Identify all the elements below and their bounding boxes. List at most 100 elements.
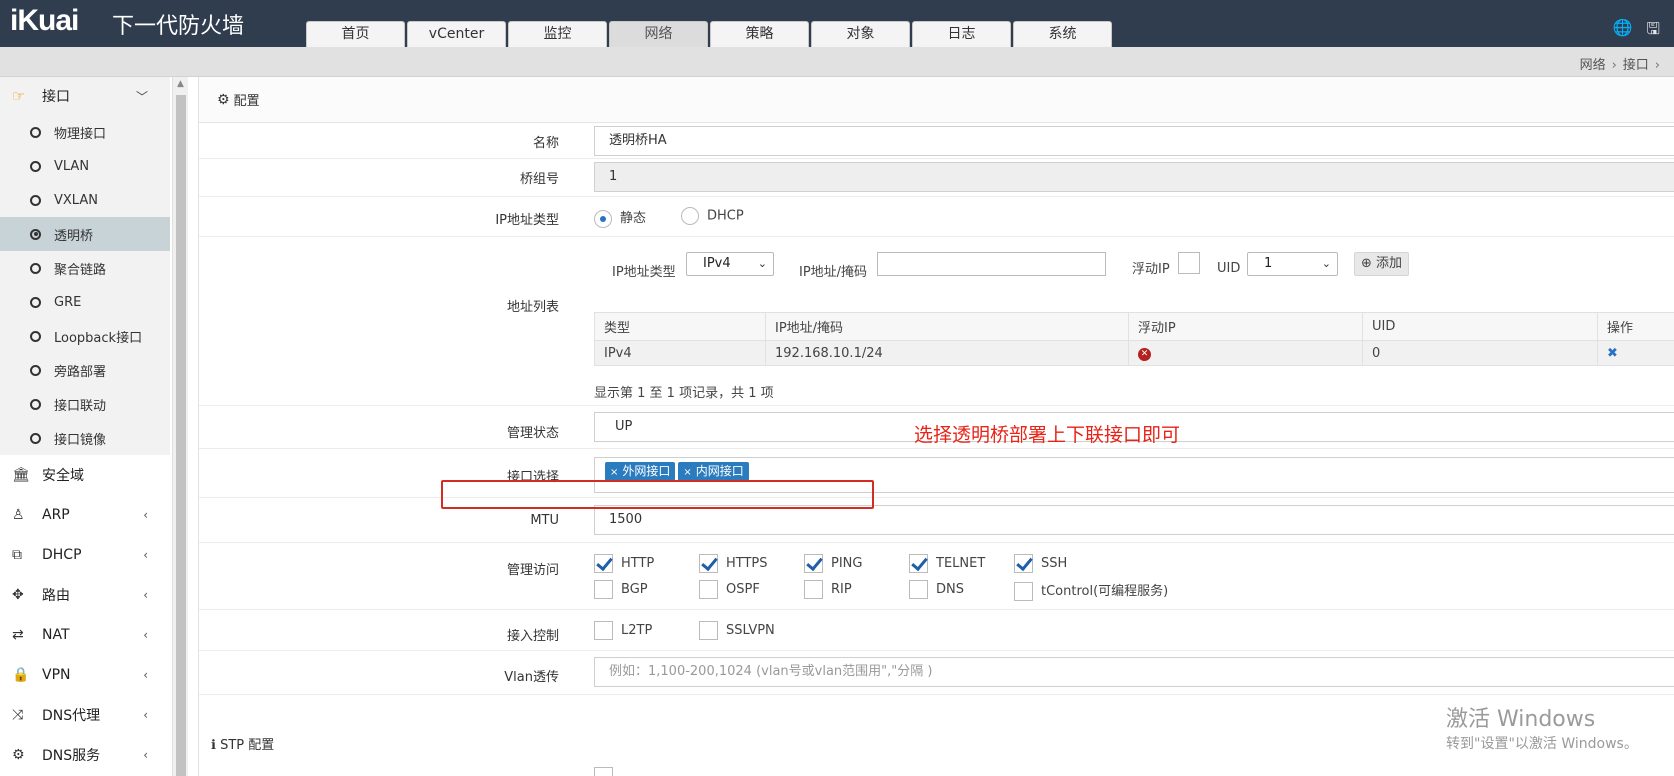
breadcrumb-interface[interactable]: 接口 <box>1623 58 1649 73</box>
radio-static-label: 静态 <box>620 211 647 226</box>
sidebar-item-route[interactable]: ✥ 路由 ‹ <box>0 575 170 615</box>
mgmt-ssh[interactable]: SSH <box>1014 554 1067 573</box>
addr-uid-label: UID <box>1217 261 1241 276</box>
remove-tag-icon[interactable]: × <box>683 467 691 478</box>
mgmt-https[interactable]: HTTPS <box>699 554 768 573</box>
chevron-down-icon: ⌄ <box>757 257 767 270</box>
checkbox-icon <box>699 621 718 640</box>
sidebar-sub-physical[interactable]: 物理接口 <box>0 115 170 149</box>
checkbox-icon <box>699 580 718 599</box>
sidebar-sub-mirror[interactable]: 接口镜像 <box>0 421 170 455</box>
access-option-label: SSLVPN <box>726 623 775 638</box>
circle-icon <box>30 262 41 274</box>
radio-on-icon <box>594 209 612 228</box>
access-sslvpn[interactable]: SSLVPN <box>699 621 775 640</box>
iface-tag-wan[interactable]: × 外网接口 <box>605 462 676 481</box>
sidebar-sub-label: GRE <box>54 294 82 310</box>
iface-tag-lan[interactable]: × 内网接口 <box>678 462 749 481</box>
checkbox-checked-icon <box>1014 554 1033 573</box>
mgmt-telnet[interactable]: TELNET <box>909 554 985 573</box>
delete-icon[interactable]: ✖ <box>1607 346 1618 361</box>
stp-checkbox[interactable] <box>594 767 613 776</box>
sidebar-sub-aggregation[interactable]: 聚合链路 <box>0 251 170 285</box>
tab-system[interactable]: 系统 <box>1013 21 1112 47</box>
mgmt-option-label: PING <box>831 556 863 571</box>
access-l2tp[interactable]: L2TP <box>594 621 652 640</box>
breadcrumb-bar: 网络 › 接口 › <box>0 47 1674 77</box>
sidebar-item-arp[interactable]: ♙ ARP ‹ <box>0 495 170 535</box>
sidebar-item-nat[interactable]: ⇄ NAT ‹ <box>0 615 170 655</box>
addr-ipmask-input[interactable] <box>877 252 1106 276</box>
admin-state-label: 管理状态 <box>506 426 559 441</box>
sidebar-scrollbar[interactable]: ▲ <box>172 77 188 776</box>
mgmt-option-label: RIP <box>831 582 852 597</box>
circle-icon <box>30 398 41 410</box>
sidebar-item-security-zone[interactable]: 🏛 安全域 <box>0 455 170 495</box>
annotation-highlight-box <box>441 480 874 509</box>
language-icon[interactable]: 🌐 <box>1612 18 1632 45</box>
name-input[interactable]: 透明桥HA <box>594 126 1674 156</box>
scroll-thumb[interactable] <box>176 95 186 776</box>
addr-iptype-select[interactable]: IPv4 ⌄ <box>686 252 774 276</box>
mgmt-ospf[interactable]: OSPF <box>699 580 760 599</box>
top-bar: iKuai 下一代防火墙 首页 vCenter 监控 网络 策略 对象 日志 系… <box>0 0 1674 47</box>
tab-network[interactable]: 网络 <box>609 21 708 47</box>
move-icon: ✥ <box>12 587 24 603</box>
sidebar-sub-gre[interactable]: GRE <box>0 285 170 319</box>
sidebar-sub-bridge[interactable]: 透明桥 <box>0 217 170 251</box>
sidebar-sub-vlan[interactable]: VLAN <box>0 149 170 183</box>
sidebar-sub-bypass[interactable]: 旁路部署 <box>0 353 170 387</box>
radio-off-icon <box>681 207 699 225</box>
mgmt-dns[interactable]: DNS <box>909 580 964 599</box>
watermark-line1: 激活 Windows <box>1446 707 1596 732</box>
row-bridge: 桥组号 1 <box>199 159 1674 197</box>
mgmt-ping[interactable]: PING <box>804 554 862 573</box>
row-name: 名称 透明桥HA <box>199 123 1674 159</box>
tab-object[interactable]: 对象 <box>811 21 910 47</box>
col-uid: UID <box>1362 312 1598 341</box>
scroll-up-icon[interactable]: ▲ <box>177 79 184 89</box>
mtu-input[interactable]: 1500 <box>594 505 1674 535</box>
sidebar-sub-loopback[interactable]: Loopback接口 <box>0 319 170 353</box>
gear-icon: ⚙ <box>217 91 230 108</box>
mgmt-label: 管理访问 <box>506 563 559 578</box>
checkbox-icon <box>594 580 613 599</box>
sidebar-item-dns-service[interactable]: ⚙ DNS服务 ‹ <box>0 735 170 775</box>
addr-uid-select[interactable]: 1 ⌄ <box>1247 252 1338 276</box>
circle-icon <box>30 126 41 138</box>
ikuai-logo: iKuai <box>10 4 79 37</box>
tab-home[interactable]: 首页 <box>306 21 405 47</box>
remove-tag-icon[interactable]: × <box>610 467 618 478</box>
vlan-input[interactable]: 例如：1,100-200,1024 (vlan号或vlan范围用","分隔 ) <box>594 657 1674 687</box>
addr-float-checkbox[interactable] <box>1178 252 1200 274</box>
sidebar-item-vpn[interactable]: 🔒 VPN ‹ <box>0 655 170 695</box>
addr-float-label: 浮动IP <box>1132 262 1170 277</box>
sidebar-group-interface[interactable]: ☞ 接口 ﹀ <box>0 77 170 115</box>
breadcrumb-network[interactable]: 网络 <box>1580 58 1606 73</box>
circle-icon <box>30 160 41 172</box>
mgmt-bgp[interactable]: BGP <box>594 580 648 599</box>
table-header: 类型 IP地址/掩码 浮动IP UID 操作 <box>594 312 1674 341</box>
sidebar-sub-label: 接口镜像 <box>54 432 107 448</box>
tab-vcenter[interactable]: vCenter <box>407 21 506 47</box>
tab-policy[interactable]: 策略 <box>710 21 809 47</box>
disabled-x-icon: ✕ <box>1138 348 1151 361</box>
save-icon[interactable]: 🖫 <box>1646 18 1660 45</box>
radio-static[interactable]: 静态 <box>594 207 646 228</box>
chevron-left-icon: ‹ <box>143 628 148 642</box>
mgmt-http[interactable]: HTTP <box>594 554 654 573</box>
mgmt-tcontrol[interactable]: tControl(可编程服务) <box>1014 580 1168 601</box>
sidebar-item-dns-proxy[interactable]: ⤨ DNS代理 ‹ <box>0 695 170 735</box>
radio-dhcp-label: DHCP <box>707 208 744 224</box>
radio-dhcp[interactable]: DHCP <box>681 207 744 225</box>
sidebar-item-dhcp[interactable]: ⧉ DHCP ‹ <box>0 535 170 575</box>
sidebar-sub-label: 聚合链路 <box>54 262 107 278</box>
mgmt-rip[interactable]: RIP <box>804 580 852 599</box>
tab-monitor[interactable]: 监控 <box>508 21 607 47</box>
sidebar-sub-label: Loopback接口 <box>54 330 143 346</box>
sidebar-sub-vxlan[interactable]: VXLAN <box>0 183 170 217</box>
sidebar-sub-linkage[interactable]: 接口联动 <box>0 387 170 421</box>
tab-log[interactable]: 日志 <box>912 21 1011 47</box>
add-address-button[interactable]: ⊕ 添加 <box>1354 252 1410 276</box>
info-circle-icon: ℹ <box>211 738 216 753</box>
